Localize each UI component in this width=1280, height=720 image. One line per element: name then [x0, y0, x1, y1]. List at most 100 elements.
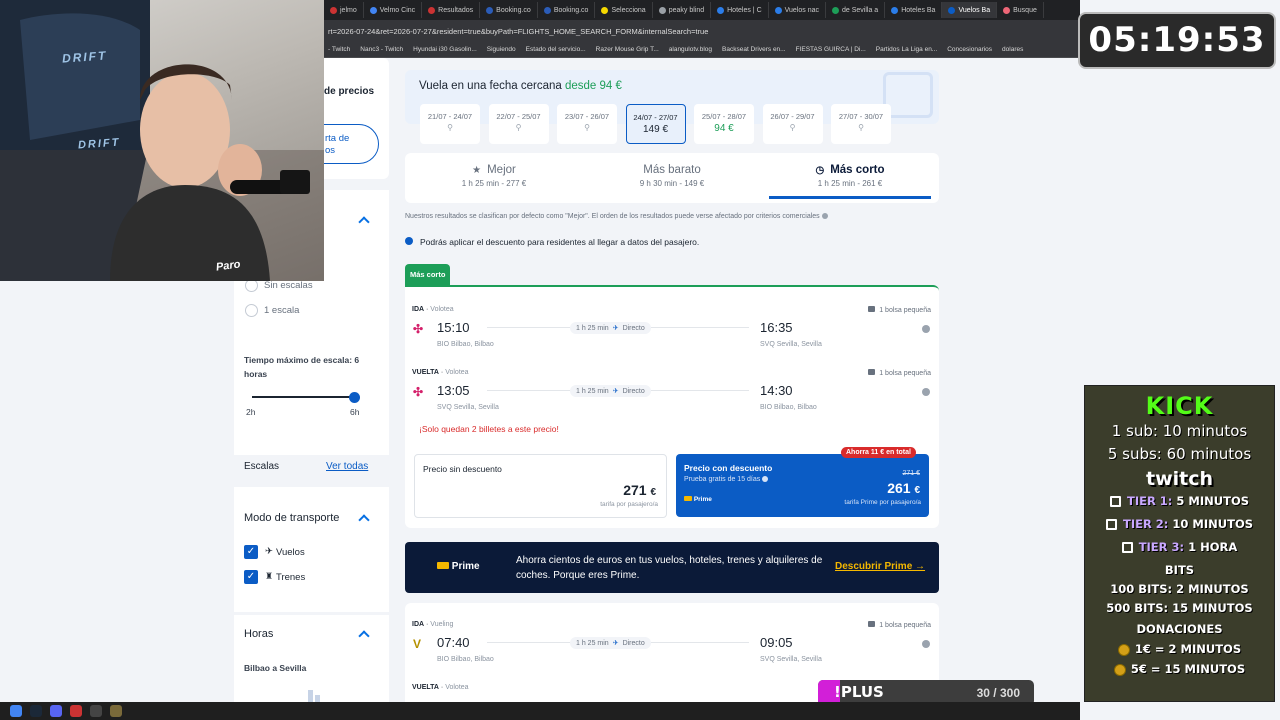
donations-title: DONACIONES: [1136, 622, 1223, 636]
browser-tab[interactable]: de Sevilla a: [826, 2, 886, 18]
bookmark-item[interactable]: dolares: [1002, 46, 1023, 53]
date-option[interactable]: 23/07 - 26/07 ⚲: [557, 104, 617, 144]
browser-tab[interactable]: Hoteles | C: [711, 2, 769, 18]
bookmark-item[interactable]: Nanc3 - Twitch: [360, 46, 403, 53]
leg-tag: IDA · Vueling: [412, 621, 454, 628]
sort-tab-sub: 9 h 30 min - 149 €: [639, 179, 705, 188]
steam-icon[interactable]: [30, 705, 42, 717]
tier-list: TIER 1: 5 MINUTOS TIER 2: 10 MINUTOS TIER 3:…: [1085, 490, 1274, 559]
browser-tab-label: Resultados: [438, 6, 474, 14]
train-icon: ♜: [265, 571, 274, 581]
browser-tab[interactable]: jelmo: [324, 2, 364, 18]
seats-warning: ¡Solo quedan 2 billetes a este precio!: [419, 424, 559, 434]
date-option-price: 94 €: [714, 123, 734, 134]
bookmark-item[interactable]: Razer Mouse Grip T...: [596, 46, 659, 53]
sort-tab[interactable]: ★ Mejor 1 h 25 min - 277 €: [405, 153, 583, 201]
plus-goal-label: !PLUS: [834, 683, 884, 701]
flight-duration: 1 h 25 min: [576, 325, 609, 332]
see-all-link[interactable]: Ver todas: [326, 461, 368, 472]
price-prime-currency: €: [914, 485, 920, 496]
coin-icon: [1113, 663, 1126, 676]
tab-favicon-icon: [832, 6, 839, 14]
bookmark-item[interactable]: Partidos La Liga en...: [876, 46, 937, 53]
leg-tag: VUELTA · Volotea: [412, 369, 469, 376]
checkbox-flights[interactable]: ✓: [244, 545, 258, 559]
date-option[interactable]: 27/07 - 30/07 ⚲: [831, 104, 891, 144]
browser-tab[interactable]: Hoteles Ba: [885, 2, 943, 18]
date-option[interactable]: 21/07 - 24/07 ⚲: [420, 104, 480, 144]
browser-tab[interactable]: Selecciona: [595, 2, 653, 18]
price-prime-label: Precio con descuento: [684, 463, 773, 473]
date-option[interactable]: 25/07 - 28/07 94 €: [694, 104, 754, 144]
browser-tab[interactable]: peaky blind: [653, 2, 712, 18]
info-icon[interactable]: [821, 213, 828, 220]
tier-name: TIER 3:: [1138, 540, 1185, 554]
tier-name: TIER 1:: [1126, 494, 1173, 508]
search-icon: ⚲: [584, 123, 590, 132]
chrome-icon[interactable]: [10, 705, 22, 717]
date-option[interactable]: 24/07 - 27/07 149 €: [625, 104, 686, 144]
browser-tab-label: Hoteles Ba: [901, 6, 936, 14]
tier-name: TIER 2:: [1122, 517, 1169, 531]
browser-tab-label: Vuelos nac: [784, 6, 819, 14]
layover-slider-track[interactable]: [252, 396, 356, 398]
bits-line-2: 500 BITS: 15 MINUTOS: [1106, 601, 1253, 615]
price-prime-old: 271 €: [902, 470, 920, 477]
transport-option-trains: Trenes: [276, 572, 306, 583]
kick-logo: KICK: [1145, 392, 1214, 420]
info-icon[interactable]: [762, 476, 769, 483]
bookmark-item[interactable]: Hyundai i30 Gasolin...: [413, 46, 477, 53]
app-icon[interactable]: [110, 705, 122, 717]
bookmark-item[interactable]: FIESTAS GUIRCA | Di...: [796, 46, 866, 53]
info-icon[interactable]: [922, 388, 930, 396]
sort-tab-title: Más barato: [583, 164, 761, 176]
bookmark-item[interactable]: Concesionarios: [947, 46, 992, 53]
bag-icon: [868, 621, 876, 627]
plane-icon: ✈: [265, 546, 273, 557]
browser-tab[interactable]: Booking.co: [480, 2, 538, 18]
sort-tab[interactable]: Más barato 9 h 30 min - 149 €: [583, 153, 761, 201]
tab-favicon-icon: [486, 6, 494, 14]
price-prime-option[interactable]: Precio con descuento Prueba gratis de 15…: [676, 454, 929, 517]
sort-tab-label: Más corto: [830, 164, 885, 176]
browser-tab-label: jelmo: [340, 6, 357, 14]
twitch-logo: twitch: [1145, 468, 1214, 490]
url-text: rt=2026-07-24&ret=2026-07-27&resident=tr…: [328, 26, 709, 36]
duration-pill: 1 h 25 min ✈ Directo: [570, 637, 651, 649]
browser-tab[interactable]: Vuelos Ba: [942, 2, 998, 18]
discord-icon[interactable]: [50, 705, 62, 717]
browser-tab-label: Busque: [1013, 6, 1037, 14]
star-icon: ★: [472, 165, 482, 176]
price-plain-option[interactable]: Precio sin descuento 271 € tarifa por pa…: [414, 454, 667, 518]
app-icon[interactable]: [70, 705, 82, 717]
bookmark-item[interactable]: Backseat Drivers en...: [722, 46, 786, 53]
info-icon[interactable]: [922, 325, 930, 333]
layover-slider-handle[interactable]: [349, 392, 360, 403]
date-option[interactable]: 22/07 - 25/07 ⚲: [488, 104, 549, 144]
bookmark-item[interactable]: Siguiendo: [487, 46, 516, 53]
browser-tab[interactable]: Resultados: [422, 2, 481, 18]
browser-tab[interactable]: Booking.co: [538, 2, 596, 18]
date-option[interactable]: 26/07 - 29/07 ⚲: [762, 104, 823, 144]
browser-tab-label: Booking.co: [496, 6, 531, 14]
bookmark-item[interactable]: Estado del servicio...: [526, 46, 586, 53]
bookmark-item[interactable]: - Twitch: [328, 46, 350, 53]
flight-stops: Directo: [622, 325, 645, 332]
browser-tab[interactable]: Velmo Cinc: [364, 2, 423, 18]
obs-icon[interactable]: [90, 705, 102, 717]
sort-tab-title: ★ Mejor: [405, 164, 583, 176]
sort-tab-sub: 1 h 25 min - 261 €: [817, 179, 883, 188]
discover-prime-link[interactable]: Descubrir Prime →: [835, 561, 925, 572]
browser-tab[interactable]: Busque: [997, 2, 1044, 18]
info-icon[interactable]: [922, 640, 930, 648]
stops-radio-one[interactable]: [245, 304, 258, 317]
address-bar[interactable]: rt=2026-07-24&ret=2026-07-27&resident=tr…: [324, 20, 1080, 42]
sort-tab-label: Más barato: [643, 164, 701, 176]
leg-direction: VUELTA: [412, 684, 439, 691]
plane-icon: ✈: [612, 640, 619, 647]
bag-label: 1 bolsa pequeña: [879, 370, 931, 377]
sort-tab[interactable]: ◷ Más corto 1 h 25 min - 261 €: [761, 153, 939, 201]
checkbox-trains[interactable]: ✓: [244, 570, 258, 584]
bookmark-item[interactable]: alangulotv.blog: [669, 46, 712, 53]
browser-tab[interactable]: Vuelos nac: [769, 2, 826, 18]
